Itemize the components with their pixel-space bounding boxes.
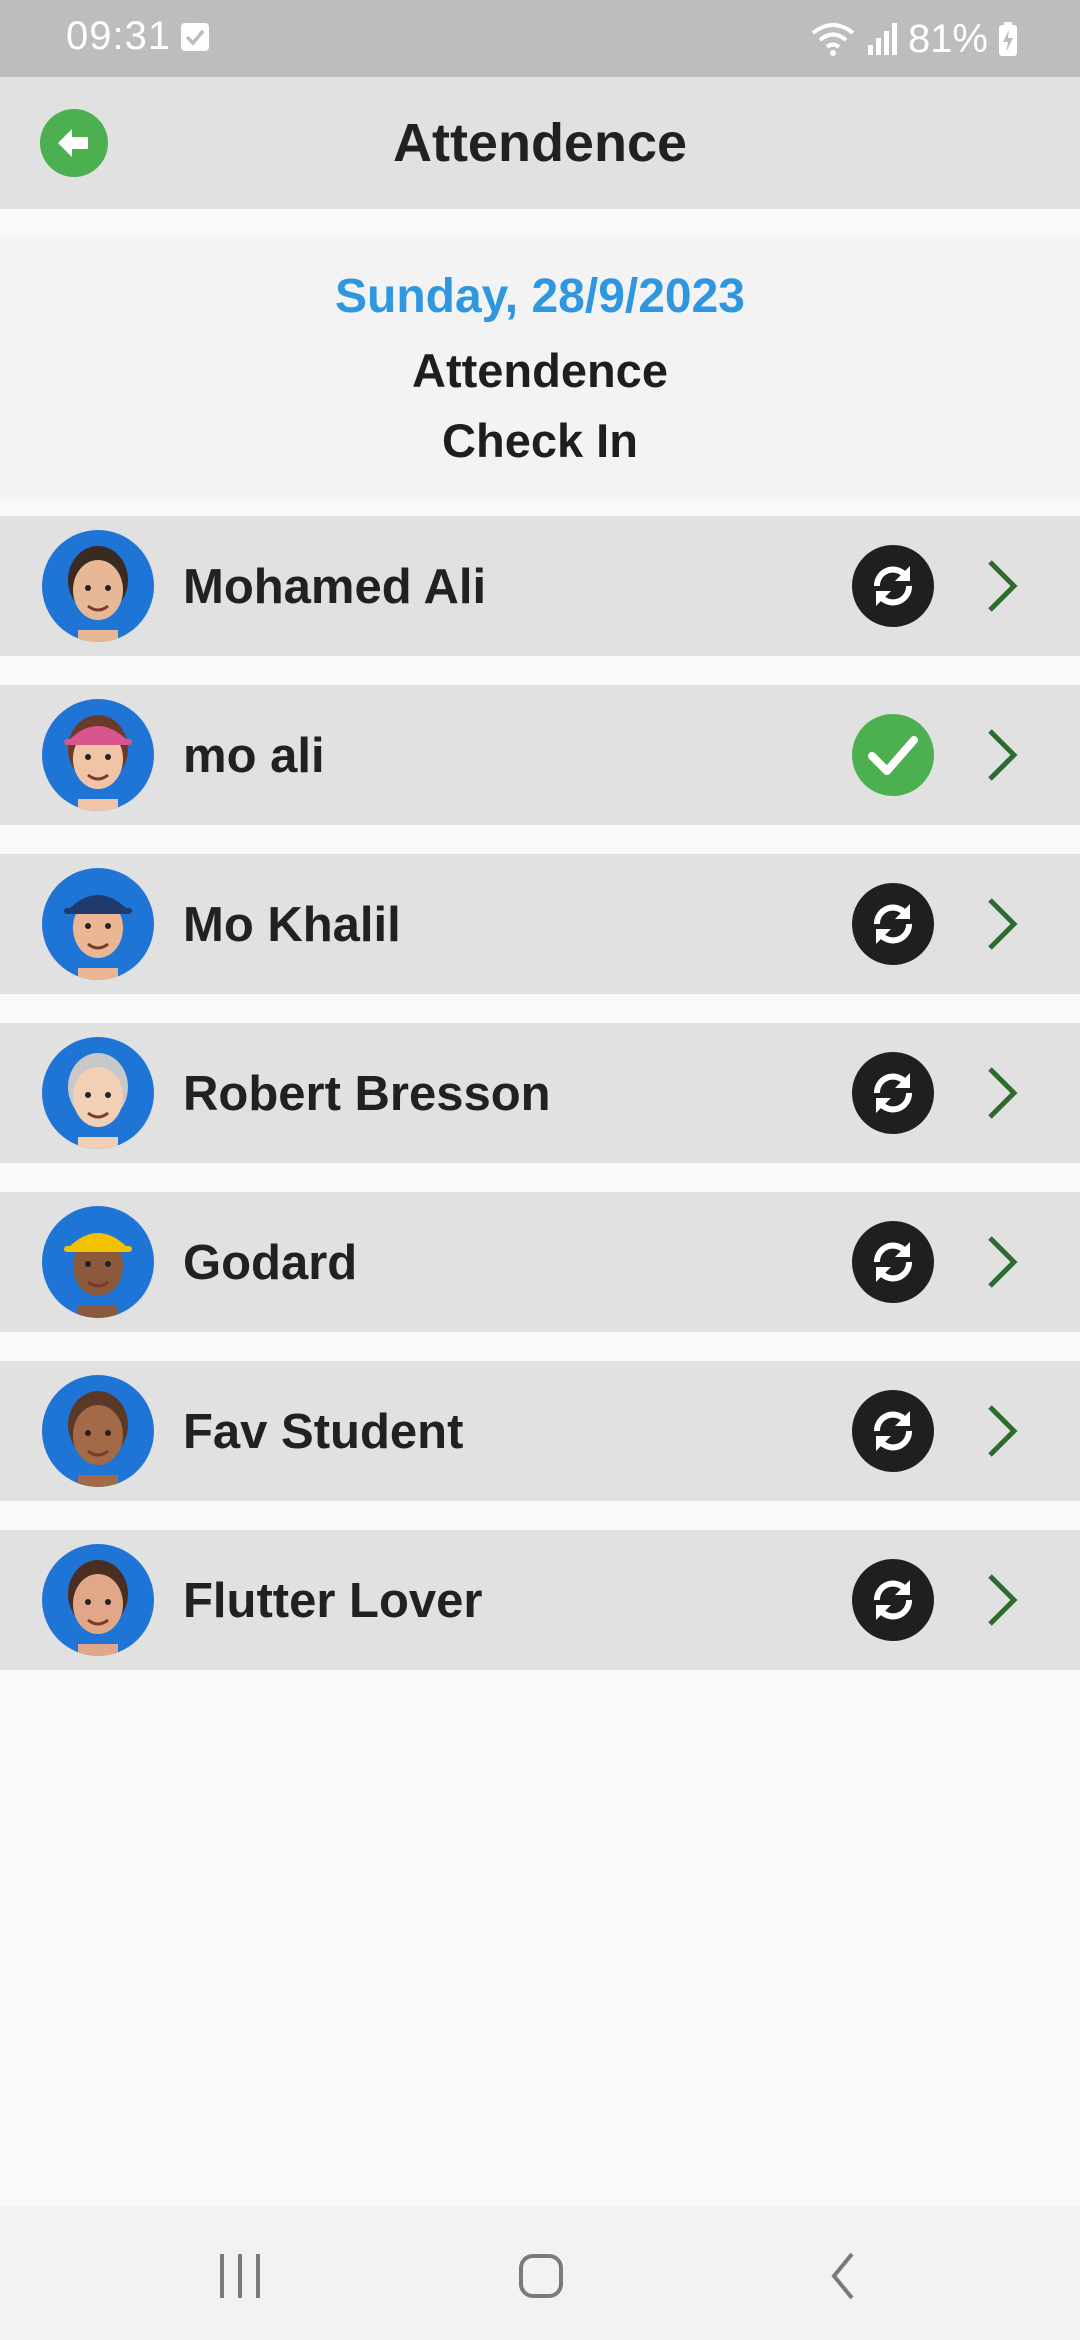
chevron-right-icon	[988, 560, 1018, 612]
chevron-right-button[interactable]	[980, 894, 1026, 954]
student-avatar	[42, 1206, 154, 1318]
sync-icon	[873, 1580, 913, 1620]
sync-icon	[873, 1411, 913, 1451]
page-title: Attendence	[392, 113, 688, 173]
app-bar: Attendence	[0, 77, 1080, 209]
chevron-right-button[interactable]	[980, 1063, 1026, 1123]
student-row[interactable]: Godard	[0, 1192, 1080, 1332]
chevron-right-button[interactable]	[980, 725, 1026, 785]
student-avatar	[42, 868, 154, 980]
chevron-right-icon	[988, 729, 1018, 781]
pending-status-button[interactable]	[852, 545, 934, 627]
wifi-icon	[811, 23, 855, 56]
student-row[interactable]: Flutter Lover	[0, 1530, 1080, 1670]
student-name: Mo Khalil	[183, 898, 401, 952]
student-avatar	[42, 1037, 154, 1149]
pending-status-button[interactable]	[852, 1221, 934, 1303]
attendance-header: Sunday, 28/9/2023 Attendence Check In	[0, 237, 1080, 499]
chevron-right-button[interactable]	[980, 1570, 1026, 1630]
student-name: mo ali	[183, 729, 325, 783]
student-avatar	[42, 530, 154, 642]
back-icon[interactable]	[806, 2246, 886, 2306]
student-row[interactable]: Mo Khalil	[0, 854, 1080, 994]
system-nav-bar	[0, 2206, 1080, 2340]
signal-icon	[867, 23, 897, 55]
student-row[interactable]: Robert Bresson	[0, 1023, 1080, 1163]
attendance-mode: Check In	[442, 414, 638, 467]
student-avatar	[42, 1375, 154, 1487]
pending-status-button[interactable]	[852, 1052, 934, 1134]
student-row[interactable]: Fav Student	[0, 1361, 1080, 1501]
chevron-right-button[interactable]	[980, 1232, 1026, 1292]
check-icon	[868, 736, 918, 775]
status-bar: 09:31 81%	[0, 0, 1080, 77]
sync-icon	[873, 1073, 913, 1113]
student-avatar	[42, 699, 154, 811]
student-row[interactable]: Mohamed Ali	[0, 516, 1080, 656]
chevron-right-icon	[988, 1236, 1018, 1288]
chevron-right-icon	[988, 898, 1018, 950]
student-name: Robert Bresson	[183, 1067, 551, 1121]
sync-icon	[873, 566, 913, 606]
present-status-button[interactable]	[852, 714, 934, 796]
student-name: Godard	[183, 1236, 358, 1290]
battery-charging-icon	[999, 22, 1017, 56]
home-icon[interactable]	[501, 2246, 581, 2306]
sync-icon	[873, 904, 913, 944]
checkbox-notification-icon	[181, 23, 209, 51]
battery-percentage: 81%	[907, 16, 988, 61]
recent-apps-icon[interactable]	[200, 2246, 280, 2306]
student-name: Fav Student	[183, 1405, 464, 1459]
pending-status-button[interactable]	[852, 883, 934, 965]
chevron-right-button[interactable]	[980, 1401, 1026, 1461]
attendance-subtitle: Attendence	[412, 344, 668, 397]
status-time: 09:31	[66, 14, 172, 58]
chevron-right-icon	[988, 1405, 1018, 1457]
chevron-right-icon	[988, 1067, 1018, 1119]
student-row[interactable]: mo ali	[0, 685, 1080, 825]
attendance-date: Sunday, 28/9/2023	[334, 270, 745, 323]
sync-icon	[873, 1242, 913, 1282]
student-avatar	[42, 1544, 154, 1656]
student-name: Flutter Lover	[183, 1574, 483, 1628]
chevron-right-button[interactable]	[980, 556, 1026, 616]
pending-status-button[interactable]	[852, 1559, 934, 1641]
student-name: Mohamed Ali	[183, 560, 487, 614]
chevron-right-icon	[988, 1574, 1018, 1626]
pending-status-button[interactable]	[852, 1390, 934, 1472]
